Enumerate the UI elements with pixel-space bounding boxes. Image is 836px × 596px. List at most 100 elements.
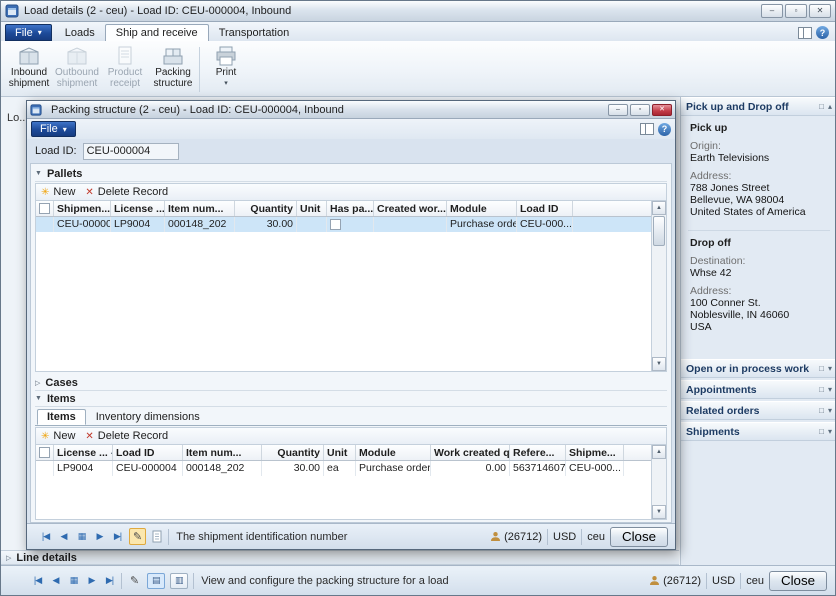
column-header-module[interactable]: Module <box>447 201 517 216</box>
nav-next-icon[interactable]: ▶ <box>85 575 98 586</box>
maximize-icon[interactable]: ▫ <box>785 4 807 18</box>
pallets-section-header[interactable]: ▼ Pallets <box>35 166 667 182</box>
tab-transportation[interactable]: Transportation <box>209 24 300 41</box>
help-icon[interactable]: ? <box>658 123 671 136</box>
collapse-icon[interactable]: ▴ <box>828 102 832 111</box>
pallets-vertical-scrollbar[interactable]: ▲ ▼ <box>651 201 666 371</box>
scroll-up-icon[interactable]: ▲ <box>652 445 666 459</box>
minimize-icon[interactable]: – <box>761 4 783 18</box>
expand-icon[interactable]: ▾ <box>828 364 832 373</box>
column-header-license[interactable]: License ... ▲ <box>111 201 165 216</box>
items-section-header[interactable]: ▼ Items <box>35 391 667 407</box>
column-header-module[interactable]: Module <box>356 445 431 460</box>
column-header-item-number[interactable]: Item num... <box>165 201 235 216</box>
column-header-quantity[interactable]: Quantity <box>262 445 324 460</box>
dialog-file-menu-button[interactable]: File ▾ <box>31 121 76 137</box>
factbox-shipments-header[interactable]: Shipments □▾ <box>681 422 836 441</box>
pallets-table-row[interactable]: CEU-000004 LP9004 000148_202 30.00 Purch… <box>36 217 666 232</box>
select-all-checkbox[interactable] <box>39 447 50 458</box>
select-all-cell[interactable] <box>36 445 54 460</box>
column-header-unit[interactable]: Unit <box>324 445 356 460</box>
nav-grid-icon[interactable]: ▦ <box>67 575 80 586</box>
dialog-maximize-icon[interactable]: ▫ <box>630 104 650 116</box>
items-vertical-scrollbar[interactable]: ▲ ▼ <box>651 445 666 519</box>
view-toggle-grid[interactable]: ▤ <box>147 573 165 589</box>
nav-last-icon[interactable]: ▶| <box>111 531 124 542</box>
scrollbar-thumb[interactable] <box>653 216 665 246</box>
edit-pencil-icon[interactable]: ✎ <box>127 573 142 588</box>
factbox-open-work-header[interactable]: Open or in process work □▾ <box>681 359 836 378</box>
column-header-shipment[interactable]: Shipmen... <box>54 201 111 216</box>
popout-icon[interactable]: □ <box>819 364 824 373</box>
nav-grid-icon[interactable]: ▦ <box>75 531 88 542</box>
column-header-created-work[interactable]: Created wor... <box>374 201 447 216</box>
dialog-close-icon[interactable]: ✕ <box>652 104 672 116</box>
scroll-up-icon[interactable]: ▲ <box>652 201 666 215</box>
attachment-icon[interactable] <box>151 530 163 543</box>
popout-icon[interactable]: □ <box>819 406 824 415</box>
delete-record-button[interactable]: ✕ Delete Record <box>85 186 168 198</box>
new-button[interactable]: ✳ New <box>41 430 75 442</box>
expand-icon[interactable]: ▾ <box>828 406 832 415</box>
scroll-down-icon[interactable]: ▼ <box>652 357 666 371</box>
select-all-cell[interactable] <box>36 201 54 216</box>
column-header-license[interactable]: License ... ▲ <box>54 445 113 460</box>
nav-previous-icon[interactable]: ◀ <box>57 531 70 542</box>
print-button[interactable]: Print ▾ <box>202 43 250 96</box>
tab-ship-and-receive[interactable]: Ship and receive <box>105 24 209 41</box>
column-header-reference[interactable]: Refere... <box>510 445 566 460</box>
window-layout-icon[interactable] <box>798 27 812 39</box>
dialog-statusbar: |◀ ◀ ▦ ▶ ▶| ✎ The shipment identificatio… <box>27 523 675 549</box>
factbox-related-orders-header[interactable]: Related orders □▾ <box>681 401 836 420</box>
popout-icon[interactable]: □ <box>819 427 824 436</box>
nav-first-icon[interactable]: |◀ <box>31 575 44 586</box>
expand-icon[interactable]: ▾ <box>828 385 832 394</box>
inbound-shipment-button[interactable]: Inbound shipment <box>5 43 53 96</box>
expand-icon[interactable]: ▾ <box>828 427 832 436</box>
column-header-shipment[interactable]: Shipme... <box>566 445 624 460</box>
close-icon[interactable]: ✕ <box>809 4 831 18</box>
factbox-section-label: Appointments <box>686 384 757 396</box>
column-header-has-pallet[interactable]: Has pa... <box>327 201 374 216</box>
row-selector-cell[interactable] <box>36 217 54 232</box>
column-header-load-id[interactable]: Load ID <box>517 201 573 216</box>
new-button[interactable]: ✳ New <box>41 186 75 198</box>
dialog-minimize-icon[interactable]: – <box>608 104 628 116</box>
column-header-quantity[interactable]: Quantity <box>235 201 297 216</box>
nav-last-icon[interactable]: ▶| <box>103 575 116 586</box>
popout-icon[interactable]: □ <box>819 102 824 111</box>
load-id-field[interactable] <box>83 143 179 160</box>
edit-pencil-icon[interactable]: ✎ <box>129 528 146 545</box>
nav-first-icon[interactable]: |◀ <box>39 531 52 542</box>
factbox-appointments-header[interactable]: Appointments □ ▾ <box>681 380 836 399</box>
delete-record-button[interactable]: ✕ Delete Record <box>85 430 168 442</box>
tab-inventory-dimensions[interactable]: Inventory dimensions <box>86 409 210 425</box>
line-details-section-header[interactable]: ▷ Line details <box>1 550 679 565</box>
statusbar-separator <box>740 573 741 589</box>
tab-loads[interactable]: Loads <box>55 24 105 41</box>
cases-section-header[interactable]: ▷ Cases <box>35 375 667 391</box>
help-icon[interactable]: ? <box>816 26 829 39</box>
items-table-row[interactable]: LP9004 CEU-000004 000148_202 30.00 ea Pu… <box>36 461 666 476</box>
items-grid-header-row: License ... ▲ Load ID Item num... Quanti… <box>36 445 666 461</box>
popout-icon[interactable]: □ <box>819 385 824 394</box>
select-all-checkbox[interactable] <box>39 203 50 214</box>
close-button[interactable]: Close <box>769 571 827 591</box>
tab-items[interactable]: Items <box>37 409 86 425</box>
dialog-close-button[interactable]: Close <box>610 527 668 547</box>
packing-structure-button[interactable]: Packing structure <box>149 43 197 96</box>
column-header-load-id[interactable]: Load ID <box>113 445 183 460</box>
has-pallet-checkbox[interactable] <box>330 219 341 230</box>
scroll-down-icon[interactable]: ▼ <box>652 505 666 519</box>
ribbon-button-label: Print <box>216 67 237 78</box>
column-header-item-number[interactable]: Item num... <box>183 445 262 460</box>
nav-previous-icon[interactable]: ◀ <box>49 575 62 586</box>
column-header-unit[interactable]: Unit <box>297 201 327 216</box>
nav-next-icon[interactable]: ▶ <box>93 531 106 542</box>
row-selector-cell[interactable] <box>36 461 54 476</box>
factbox-pickup-dropoff-header[interactable]: Pick up and Drop off □ ▴ <box>681 97 836 116</box>
window-layout-icon[interactable] <box>640 123 654 135</box>
file-menu-button[interactable]: File ▾ <box>5 24 52 41</box>
column-header-work-created[interactable]: Work created qu... <box>431 445 510 460</box>
view-toggle-form[interactable]: ▥ <box>170 573 188 589</box>
